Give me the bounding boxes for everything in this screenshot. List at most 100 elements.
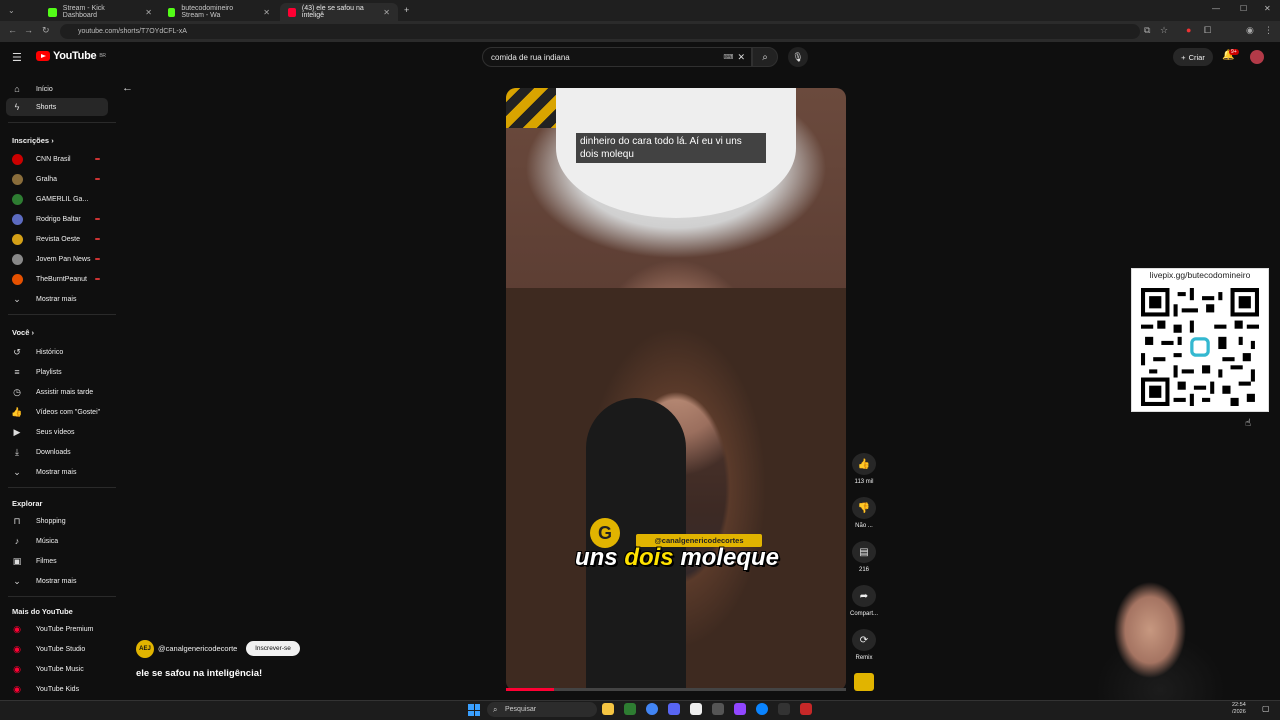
reload-icon[interactable]: ↻ bbox=[42, 25, 50, 36]
maximize-icon[interactable]: ☐ bbox=[1240, 4, 1247, 13]
sidebar-item-youtube-studio[interactable]: ◉ YouTube Studio bbox=[6, 640, 108, 658]
settings-gear-icon[interactable] bbox=[778, 703, 790, 715]
sidebar-item-rodrigo-baltar[interactable]: Rodrigo Baltar bbox=[6, 210, 108, 228]
close-tab-icon[interactable]: ✕ bbox=[263, 8, 270, 17]
sidebar-item-historico[interactable]: ↺ Histórico bbox=[6, 343, 108, 361]
account-avatar[interactable] bbox=[1250, 50, 1264, 64]
sidebar-item-playlists[interactable]: ≡ Playlists bbox=[6, 363, 108, 381]
mouse-cursor-icon: ☝ bbox=[1245, 418, 1252, 429]
sidebar-item-your-videos[interactable]: ▶ Seus vídeos bbox=[6, 423, 108, 441]
sidebar-item-gamerlil[interactable]: GAMERLIL Ga... bbox=[6, 190, 108, 208]
chrome-icon[interactable] bbox=[646, 703, 658, 715]
voice-search-button[interactable]: 🎙 bbox=[788, 47, 808, 67]
sidebar-item-cnn-brasil[interactable]: CNN Brasil bbox=[6, 150, 108, 168]
extension-record-icon[interactable]: ● bbox=[1186, 25, 1191, 35]
tab-kick-dashboard[interactable]: Stream - Kick Dashboard ✕ bbox=[40, 3, 160, 21]
sidebar-item-jovem-pan[interactable]: Jovem Pan News bbox=[6, 250, 108, 268]
youtube-music-icon: ◉ bbox=[13, 663, 21, 674]
youtube-logo[interactable]: YouTube BR bbox=[36, 50, 106, 62]
sidebar-item-gralha[interactable]: Gralha bbox=[6, 170, 108, 188]
extensions-icon[interactable]: ⧠ bbox=[1204, 25, 1211, 36]
app-icon[interactable] bbox=[712, 703, 724, 715]
browser-menu-icon[interactable]: ⋮ bbox=[1264, 25, 1273, 36]
chevron-down-icon: ⌄ bbox=[13, 293, 21, 304]
search-input[interactable]: comida de rua indiana ⌨ ✕ bbox=[482, 47, 752, 67]
forward-nav-icon[interactable]: → bbox=[24, 25, 33, 35]
video-title[interactable]: ele se safou na inteligência! bbox=[136, 668, 262, 679]
create-button[interactable]: + Criar bbox=[1173, 48, 1213, 66]
back-nav-icon[interactable]: ← bbox=[8, 25, 17, 35]
close-window-icon[interactable]: ✕ bbox=[1264, 4, 1271, 13]
tab-list-icon[interactable]: ⌄ bbox=[8, 6, 15, 15]
sidebar-item-filmes[interactable]: ▣ Filmes bbox=[6, 552, 108, 570]
sidebar-item-shopping[interactable]: ⊓ Shopping bbox=[6, 512, 108, 530]
sidebar-item-watch-later[interactable]: ◷ Assistir mais tarde bbox=[6, 383, 108, 401]
close-tab-icon[interactable]: ✕ bbox=[145, 8, 152, 17]
youtube-favicon-icon bbox=[288, 7, 296, 17]
channel-avatar bbox=[12, 213, 23, 225]
explore-show-more[interactable]: ⌄ Mostrar mais bbox=[6, 572, 108, 590]
tab-kick-stream[interactable]: butecodomineiro Stream - Wa ✕ bbox=[160, 3, 278, 21]
subscribe-button[interactable]: Inscrever-se bbox=[246, 641, 300, 656]
you-show-more[interactable]: ⌄ Mostrar mais bbox=[6, 463, 108, 481]
share-button[interactable]: ➦ bbox=[852, 585, 876, 607]
channel-avatar bbox=[12, 273, 23, 285]
remix-button[interactable]: ⟳ bbox=[852, 629, 876, 651]
live-indicator bbox=[95, 218, 100, 220]
live-indicator bbox=[95, 258, 100, 260]
close-tab-icon[interactable]: ✕ bbox=[383, 8, 390, 17]
taskbar-search-input[interactable]: ⌕ Pesquisar bbox=[487, 702, 597, 717]
back-arrow-icon[interactable]: ← bbox=[122, 82, 133, 94]
url-input[interactable]: youtube.com/shorts/T7OYdCFL-xA bbox=[60, 24, 1140, 39]
thumbs-up-icon: 👍 bbox=[11, 406, 23, 417]
sidebar-item-revista-oeste[interactable]: Revista Oeste bbox=[6, 230, 108, 248]
sidebar-item-youtube-premium[interactable]: ◉ YouTube Premium bbox=[6, 620, 108, 638]
sidebar-item-musica[interactable]: ♪ Música bbox=[6, 532, 108, 550]
shorts-video-player[interactable] bbox=[506, 88, 846, 691]
sidebar-divider bbox=[8, 122, 116, 123]
cast-icon[interactable]: ⧉ bbox=[1144, 25, 1150, 36]
taskbar-clock[interactable]: 22:54 /2026 bbox=[1232, 702, 1246, 716]
remix-icon: ⟳ bbox=[859, 634, 869, 646]
new-tab-icon[interactable]: + bbox=[404, 5, 409, 15]
minimize-icon[interactable]: — bbox=[1212, 4, 1220, 13]
sidebar-divider bbox=[8, 596, 116, 597]
sound-thumbnail[interactable] bbox=[854, 673, 874, 691]
sidebar-item-downloads[interactable]: ⤓ Downloads bbox=[6, 443, 108, 461]
sidebar-item-theburntpeanut[interactable]: TheBurntPeanut bbox=[6, 270, 108, 288]
file-explorer-icon[interactable] bbox=[602, 703, 614, 715]
channel-handle[interactable]: @canalgenericodecorte bbox=[158, 644, 237, 653]
comments-button[interactable]: ▤ bbox=[852, 541, 876, 563]
channel-avatar[interactable]: AEJ bbox=[136, 640, 154, 658]
obs-icon[interactable] bbox=[800, 703, 812, 715]
subscriptions-heading[interactable]: Inscrições › bbox=[12, 136, 54, 145]
comment-icon: ▤ bbox=[859, 546, 869, 558]
video-progress-bar[interactable] bbox=[506, 688, 846, 691]
clear-search-icon[interactable]: ✕ bbox=[737, 52, 745, 63]
discord-icon[interactable] bbox=[668, 703, 680, 715]
sidebar-item-shorts[interactable]: ϟ Shorts bbox=[6, 98, 108, 116]
dislike-button[interactable]: 👎 bbox=[852, 497, 876, 519]
youtube-premium-icon: ◉ bbox=[13, 623, 21, 634]
notepad-icon[interactable] bbox=[690, 703, 702, 715]
like-button[interactable]: 👍 bbox=[852, 453, 876, 475]
windows-start-icon[interactable] bbox=[468, 704, 480, 716]
history-icon: ↺ bbox=[13, 346, 21, 357]
search-button[interactable]: ⌕ bbox=[752, 47, 778, 67]
bookmark-star-icon[interactable]: ☆ bbox=[1160, 25, 1168, 36]
store-icon[interactable] bbox=[624, 703, 636, 715]
tab-youtube-short[interactable]: (43) ele se safou na inteligê ✕ bbox=[280, 3, 398, 21]
you-heading[interactable]: Você › bbox=[12, 328, 34, 337]
sidebar-divider bbox=[8, 314, 116, 315]
keyboard-icon[interactable]: ⌨ bbox=[723, 53, 733, 61]
sidebar-item-youtube-kids[interactable]: ◉ YouTube Kids bbox=[6, 680, 108, 698]
edge-icon[interactable] bbox=[756, 703, 768, 715]
profile-icon[interactable]: ◉ bbox=[1246, 25, 1254, 36]
twitch-icon[interactable] bbox=[734, 703, 746, 715]
subscriptions-show-more[interactable]: ⌄ Mostrar mais bbox=[6, 290, 108, 308]
sidebar-item-liked-videos[interactable]: 👍 Vídeos com "Gostei" bbox=[6, 403, 108, 421]
hamburger-menu-icon[interactable]: ☰ bbox=[12, 51, 22, 64]
notification-center-icon[interactable]: ▢ bbox=[1262, 704, 1270, 713]
sidebar-item-inicio[interactable]: ⌂ Início bbox=[6, 80, 108, 98]
sidebar-item-youtube-music[interactable]: ◉ YouTube Music bbox=[6, 660, 108, 678]
